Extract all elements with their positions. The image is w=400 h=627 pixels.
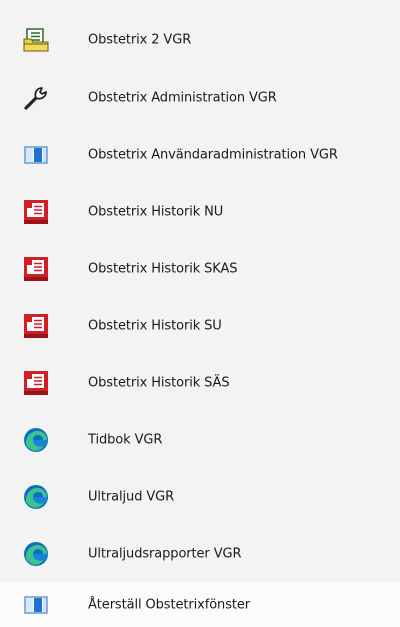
edge-browser-icon [23,484,49,510]
menu-item-label: Obstetrix Historik SKAS [88,261,238,277]
menu-item-obstetrix-historik-nu[interactable]: Obstetrix Historik NU [0,183,400,241]
menu-item-obstetrix-administration-vgr[interactable]: Obstetrix Administration VGR [0,69,400,127]
menu-item-label: Ultraljudsrapporter VGR [88,546,242,562]
menu-item-obstetrix-historik-skas[interactable]: Obstetrix Historik SKAS [0,240,400,298]
menu-item-obstetrix-anvandaradministration-vgr[interactable]: Obstetrix Användaradministration VGR [0,126,400,184]
folder-document-icon [23,27,49,53]
red-document-icon [23,199,49,225]
menu-item-obstetrix-2-vgr[interactable]: Obstetrix 2 VGR [0,11,400,69]
menu-item-obstetrix-historik-su[interactable]: Obstetrix Historik SU [0,297,400,355]
menu-item-label: Obstetrix Historik SÄS [88,375,230,391]
wrench-icon [23,85,49,111]
red-document-icon [23,313,49,339]
red-document-icon [23,256,49,282]
edge-browser-icon [23,427,49,453]
menu-item-aterstall-obstetrixfonster[interactable]: Återställ Obstetrixfönster [0,582,400,627]
menu-item-label: Obstetrix Administration VGR [88,90,277,106]
menu-item-label: Tidbok VGR [88,432,163,448]
menu-item-label: Ultraljud VGR [88,489,175,505]
menu-item-obstetrix-historik-sas[interactable]: Obstetrix Historik SÄS [0,354,400,412]
menu-item-tidbok-vgr[interactable]: Tidbok VGR [0,411,400,469]
menu-item-label: Obstetrix Användaradministration VGR [88,147,338,163]
menu-item-ultraljud-vgr[interactable]: Ultraljud VGR [0,468,400,526]
red-document-icon [23,370,49,396]
start-menu-app-list: Obstetrix 2 VGR Obstetrix Administration… [0,0,400,627]
menu-item-label: Obstetrix Historik NU [88,204,224,220]
window-icon [23,592,49,618]
window-icon [23,142,49,168]
menu-item-label: Återställ Obstetrixfönster [88,597,251,612]
menu-item-label: Obstetrix 2 VGR [88,32,192,48]
menu-item-label: Obstetrix Historik SU [88,318,222,334]
menu-item-ultraljudsrapporter-vgr[interactable]: Ultraljudsrapporter VGR [0,525,400,583]
edge-browser-icon [23,541,49,567]
